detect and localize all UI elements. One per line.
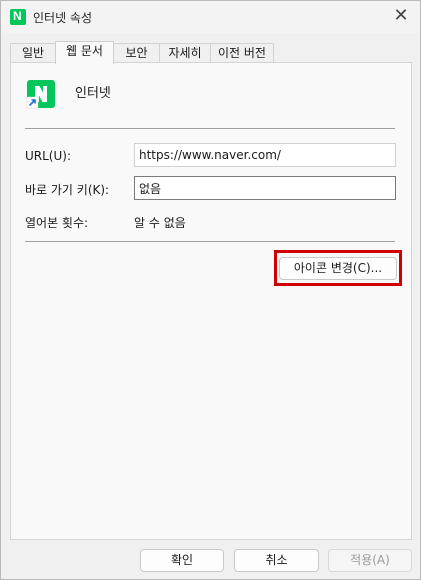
change-icon-button[interactable]: 아이콘 변경(C)...: [279, 257, 397, 280]
naver-logo-icon: N: [10, 9, 26, 25]
url-label: URL(U):: [25, 149, 71, 163]
cancel-button[interactable]: 취소: [234, 549, 319, 572]
separator: [25, 128, 395, 129]
naver-shortcut-icon: [26, 80, 55, 109]
document-name: 인터넷: [75, 86, 111, 101]
tab-panel: 인터넷 URL(U): 바로 가기 키(K): 열어본 횟수: 알 수 없음 아…: [10, 62, 412, 540]
tab-web-document[interactable]: 웹 문서: [55, 41, 114, 64]
window-title: 인터넷 속성: [33, 11, 93, 25]
tab-security[interactable]: 보안: [113, 43, 160, 63]
title-bar: N 인터넷 속성 ✕: [1, 1, 420, 33]
close-icon[interactable]: ✕: [388, 5, 414, 29]
tab-previous-versions[interactable]: 이전 버전: [210, 43, 274, 63]
properties-dialog: N 인터넷 속성 ✕ 일반 웹 문서 보안 자세히 이전 버전 인터넷 URL(…: [0, 0, 421, 580]
visit-count-value: 알 수 없음: [134, 216, 186, 230]
apply-button[interactable]: 적용(A): [328, 549, 412, 572]
shortcut-key-field[interactable]: [134, 176, 396, 200]
visit-count-label: 열어본 횟수:: [25, 216, 89, 230]
separator: [25, 241, 395, 242]
tab-details[interactable]: 자세히: [159, 43, 211, 63]
ok-button[interactable]: 확인: [140, 549, 224, 572]
logo-letter: N: [13, 9, 22, 23]
shortcut-key-label: 바로 가기 키(K):: [25, 183, 110, 197]
url-field[interactable]: [134, 143, 396, 167]
tab-general[interactable]: 일반: [10, 43, 56, 63]
